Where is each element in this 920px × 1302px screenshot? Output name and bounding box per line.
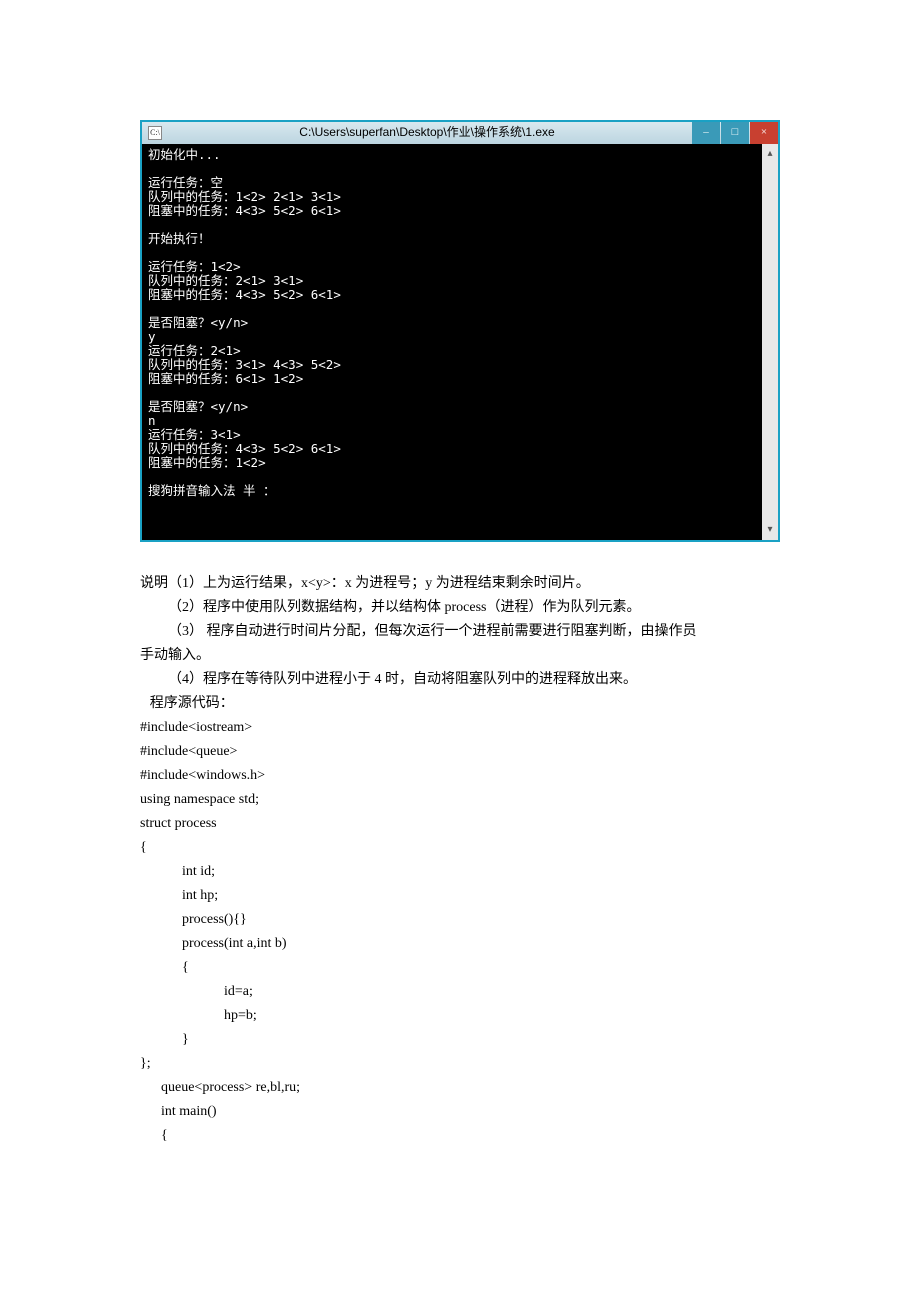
maximize-button[interactable]: □ [721, 122, 749, 144]
explain-line-3b: 手动输入。 [140, 644, 780, 668]
scroll-up-icon[interactable]: ▴ [767, 146, 772, 162]
code-line: #include<windows.h> [140, 764, 780, 788]
title-bar: C:\ C:\Users\superfan\Desktop\作业\操作系统\1.… [142, 122, 778, 144]
code-line: { [140, 836, 780, 860]
code-line: int hp; [140, 884, 780, 908]
code-line: process(){} [140, 908, 780, 932]
code-line: hp=b; [140, 1004, 780, 1028]
code-line: }; [140, 1052, 780, 1076]
code-line: { [140, 1124, 780, 1148]
explanation-block: 说明（1）上为运行结果，x<y>：x 为进程号；y 为进程结束剩余时间片。 （2… [140, 572, 780, 716]
app-icon-label: C:\ [150, 127, 160, 140]
code-line: queue<process> re,bl,ru; [140, 1076, 780, 1100]
console-window: C:\ C:\Users\superfan\Desktop\作业\操作系统\1.… [140, 120, 780, 542]
app-icon: C:\ [148, 126, 162, 140]
explain-line-3a: （3） 程序自动进行时间片分配，但每次运行一个进程前需要进行阻塞判断，由操作员 [140, 620, 780, 644]
window-controls: – □ × [692, 122, 778, 144]
window-title: C:\Users\superfan\Desktop\作业\操作系统\1.exe [162, 123, 692, 142]
code-line: int main() [140, 1100, 780, 1124]
source-code-label: 程序源代码： [140, 692, 780, 716]
code-line: #include<queue> [140, 740, 780, 764]
scrollbar[interactable]: ▴ ▾ [762, 144, 778, 540]
source-code: #include<iostream> #include<queue> #incl… [140, 716, 780, 1148]
explain-line-2: （2）程序中使用队列数据结构，并以结构体 process（进程）作为队列元素。 [140, 596, 780, 620]
minimize-button[interactable]: – [692, 122, 720, 144]
code-line: using namespace std; [140, 788, 780, 812]
code-line: #include<iostream> [140, 716, 780, 740]
close-button[interactable]: × [750, 122, 778, 144]
explain-line-1: 说明（1）上为运行结果，x<y>：x 为进程号；y 为进程结束剩余时间片。 [140, 572, 780, 596]
code-line: { [140, 956, 780, 980]
console-output: 初始化中... 运行任务：空 队列中的任务：1<2> 2<1> 3<1> 阻塞中… [142, 144, 762, 540]
console-body: 初始化中... 运行任务：空 队列中的任务：1<2> 2<1> 3<1> 阻塞中… [142, 144, 778, 540]
code-line: struct process [140, 812, 780, 836]
code-line: } [140, 1028, 780, 1052]
code-line: int id; [140, 860, 780, 884]
code-line: id=a; [140, 980, 780, 1004]
explain-line-4: （4）程序在等待队列中进程小于 4 时，自动将阻塞队列中的进程释放出来。 [140, 668, 780, 692]
scroll-down-icon[interactable]: ▾ [767, 522, 772, 538]
code-line: process(int a,int b) [140, 932, 780, 956]
